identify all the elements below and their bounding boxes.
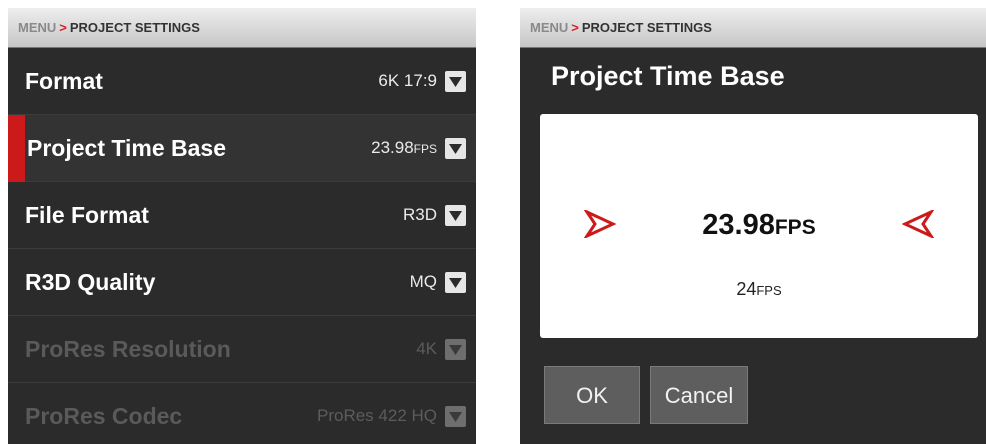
next-option[interactable]: 24FPS (540, 279, 978, 300)
ok-button[interactable]: OK (544, 366, 640, 424)
breadcrumb-root[interactable]: MENU (18, 20, 56, 35)
chevron-down-icon[interactable] (445, 71, 466, 92)
breadcrumb-current: PROJECT SETTINGS (69, 20, 200, 35)
time-base-dialog: MENU > PROJECT SETTINGS Project Time Base … (520, 8, 986, 444)
dialog-title: Project Time Base (551, 61, 785, 91)
setting-label: File Format (25, 202, 149, 228)
setting-row-prores-resolution: ProRes Resolution 4K (8, 316, 476, 383)
breadcrumb-separator: > (59, 20, 67, 35)
selection-marker (8, 115, 25, 182)
breadcrumb-current: PROJECT SETTINGS (581, 20, 712, 35)
breadcrumb-root[interactable]: MENU (530, 20, 568, 35)
setting-label: ProRes Resolution (25, 336, 231, 362)
chevron-down-icon[interactable] (445, 138, 466, 159)
setting-row-prores-codec: ProRes Codec ProRes 422 HQ (8, 383, 476, 444)
breadcrumb: MENU > PROJECT SETTINGS (520, 8, 986, 48)
setting-label: Project Time Base (27, 135, 227, 161)
setting-row-project-time-base[interactable]: Project Time Base 23.98FPS (8, 115, 476, 182)
setting-value: ProRes 422 HQ (317, 406, 437, 425)
setting-label: R3D Quality (25, 269, 156, 295)
setting-value: 6K 17:9 (378, 71, 437, 90)
setting-value: 4K (416, 339, 437, 358)
project-settings-menu: MENU > PROJECT SETTINGS Format 6K 17:9 Pro… (8, 8, 476, 444)
breadcrumb: MENU > PROJECT SETTINGS (8, 8, 476, 48)
setting-label: ProRes Codec (25, 403, 183, 429)
setting-row-format[interactable]: Format 6K 17:9 (8, 48, 476, 115)
chevron-down-icon (445, 339, 466, 360)
chevron-down-icon (445, 406, 466, 427)
setting-value: R3D (402, 205, 437, 224)
setting-value: 23.98FPS (371, 138, 437, 157)
breadcrumb-separator: > (571, 20, 579, 35)
setting-row-r3d-quality[interactable]: R3D Quality MQ (8, 249, 476, 316)
setting-row-file-format[interactable]: File Format R3D (8, 182, 476, 249)
setting-label: Format (25, 68, 103, 94)
cancel-button[interactable]: Cancel (650, 366, 748, 424)
setting-value: MQ (409, 272, 437, 291)
chevron-down-icon[interactable] (445, 272, 466, 293)
arrow-left-icon[interactable] (901, 208, 936, 243)
chevron-down-icon[interactable] (445, 205, 466, 226)
value-picker[interactable]: 23.98FPS 24FPS (540, 114, 978, 338)
